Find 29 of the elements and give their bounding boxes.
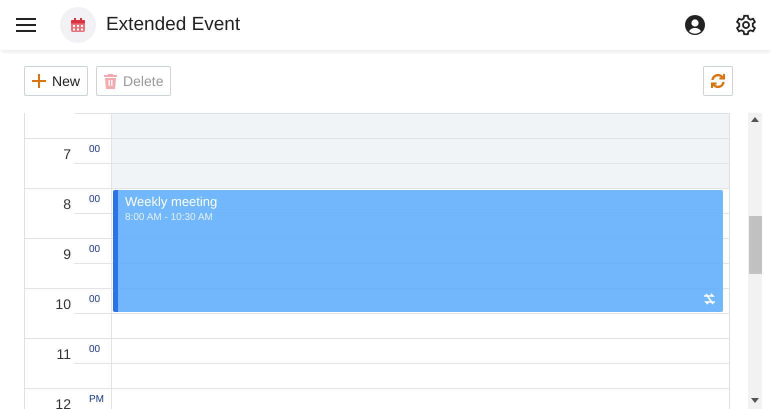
plus-icon (32, 74, 46, 88)
minute-label: 00 (89, 293, 100, 307)
settings-icon[interactable] (735, 14, 757, 36)
hour-label: 7 (62, 145, 71, 164)
minute-label: 00 (89, 243, 100, 257)
minute-label: 00 (89, 193, 100, 207)
menu-icon[interactable] (16, 17, 36, 33)
event-card[interactable]: Weekly meeting 8:00 AM - 10:30 AM (113, 190, 723, 312)
hour-label: 8 (62, 195, 71, 214)
hour-label: 9 (62, 245, 71, 264)
refresh-icon (710, 73, 726, 89)
minute-label: 00 (89, 343, 100, 357)
event-time: 8:00 AM - 10:30 AM (125, 212, 213, 223)
hour-label: 11 (55, 345, 71, 364)
calendar-icon (60, 7, 96, 43)
hour-label: 10 (54, 295, 71, 314)
scrollbar-thumb[interactable] (748, 216, 762, 274)
minute-label: PM (89, 393, 104, 407)
trash-icon (104, 74, 118, 88)
scroll-up-icon[interactable] (751, 117, 759, 122)
new-button[interactable]: New (24, 66, 88, 96)
account-icon[interactable] (685, 15, 705, 35)
hour-label: 12 (54, 395, 71, 409)
refresh-button[interactable] (703, 66, 733, 96)
scroll-down-icon[interactable] (751, 398, 759, 403)
scrollbar[interactable] (748, 113, 762, 409)
app-title: Extended Event (106, 14, 240, 36)
event-title: Weekly meeting (125, 194, 218, 209)
minute-label: 00 (89, 143, 100, 157)
